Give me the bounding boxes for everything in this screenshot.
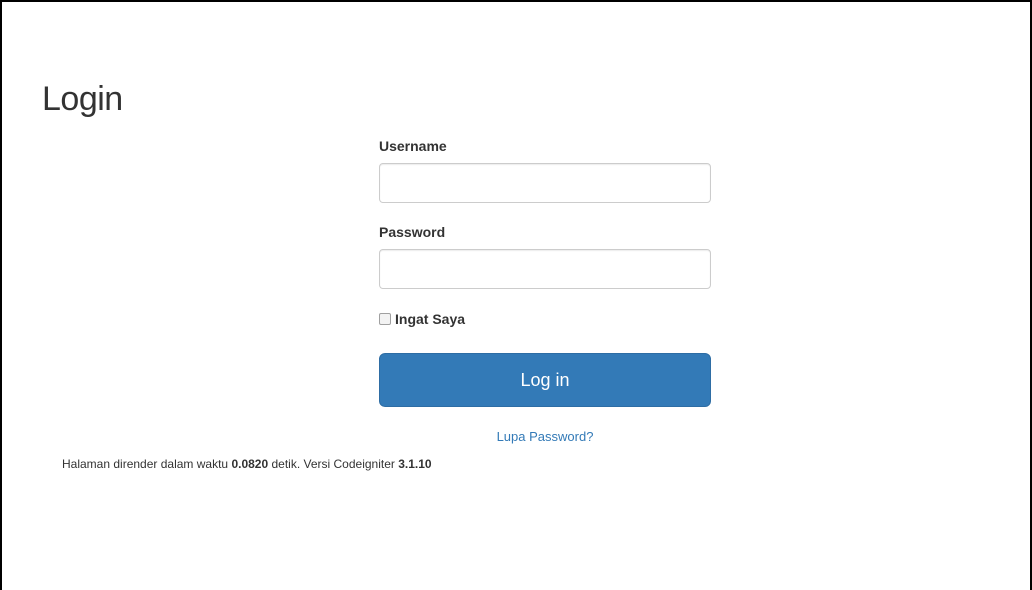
username-group: Username: [379, 136, 711, 203]
footer-version: 3.1.10: [398, 457, 432, 471]
username-label: Username: [379, 138, 447, 154]
footer-middle: detik. Versi Codeigniter: [271, 457, 395, 471]
render-info-footer: Halaman dirender dalam waktu 0.0820 deti…: [62, 456, 432, 472]
username-input[interactable]: [379, 163, 711, 203]
password-input[interactable]: [379, 249, 711, 289]
remember-me-row[interactable]: Ingat Saya: [379, 309, 711, 329]
forgot-password-link[interactable]: Lupa Password?: [379, 429, 711, 445]
login-button[interactable]: Log in: [379, 353, 711, 407]
remember-me-checkbox[interactable]: [379, 313, 391, 325]
password-group: Password: [379, 222, 711, 289]
login-form: Username Password Ingat Saya Log in Lupa…: [379, 136, 711, 445]
window-frame: Login Username Password Ingat Saya Log i…: [0, 0, 1032, 590]
footer-render-time: 0.0820: [231, 457, 269, 471]
remember-me-label[interactable]: Ingat Saya: [395, 311, 465, 327]
page-title: Login: [42, 80, 123, 118]
footer-prefix: Halaman dirender dalam waktu: [62, 457, 229, 471]
password-label: Password: [379, 224, 446, 240]
